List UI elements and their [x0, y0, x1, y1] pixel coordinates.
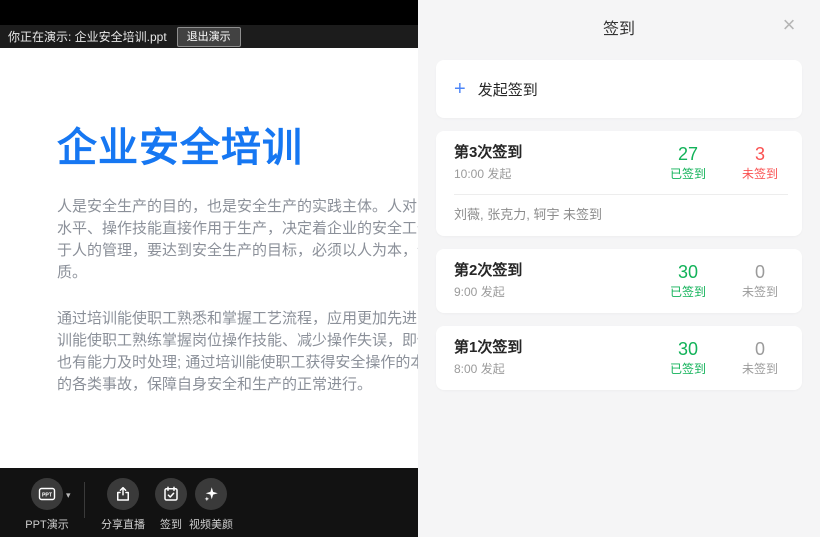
unsigned-count: 0 [732, 339, 788, 359]
session-row: 第3次签到 10:00 发起 27 已签到 3 未签到 [454, 144, 788, 182]
slide-text-line: 也有能力及时处理; 通过培训能使职工获得安全操作的本 [57, 352, 418, 374]
signed-count-stat: 30 已签到 [660, 339, 716, 377]
exit-presentation-button[interactable]: 退出演示 [177, 27, 241, 47]
slide-paragraph-1: 人是安全生产的目的，也是安全生产的实践主体。人对安 水平、操作技能直接作用于生产… [57, 196, 418, 284]
slide-title: 企业安全培训 [57, 126, 418, 170]
signed-label: 已签到 [660, 284, 716, 300]
sparkle-icon [195, 478, 227, 510]
toolbar-divider [84, 482, 85, 518]
session-info: 第2次签到 9:00 发起 [454, 262, 660, 300]
signed-count-stat: 27 已签到 [660, 144, 716, 182]
unsigned-count-stat: 3 未签到 [732, 144, 788, 182]
unsigned-label: 未签到 [732, 166, 788, 182]
check-in-session-card-3[interactable]: 第3次签到 10:00 发起 27 已签到 3 未签到 刘薇, 张克力, 轲宇 … [436, 131, 802, 236]
check-in-panel-header: 签到 × [418, 0, 820, 54]
signed-count: 30 [660, 339, 716, 359]
session-info: 第3次签到 10:00 发起 [454, 144, 660, 182]
plus-icon: + [454, 79, 466, 99]
ppt-present-label: PPT演示 [25, 516, 68, 532]
unsigned-count-stat: 0 未签到 [732, 262, 788, 300]
svg-text:PPT: PPT [42, 492, 53, 498]
bottom-toolbar: PPT PPT演示 ▾ 分享直播 [0, 468, 418, 537]
session-row: 第2次签到 9:00 发起 30 已签到 0 未签到 [454, 262, 788, 300]
session-time: 10:00 发起 [454, 166, 660, 182]
presenting-status-label: 你正在演示: 企业安全培训.ppt [8, 28, 167, 45]
signed-label: 已签到 [660, 361, 716, 377]
check-in-session-card-2[interactable]: 第2次签到 9:00 发起 30 已签到 0 未签到 [436, 249, 802, 313]
meeting-app-window: 你正在演示: 企业安全培训.ppt 退出演示 企业安全培训 人是安全生产的目的，… [0, 0, 820, 537]
unsigned-count: 3 [732, 144, 788, 164]
slide-text-line: 水平、操作技能直接作用于生产，决定着企业的安全工作 [57, 218, 418, 240]
session-name: 第1次签到 [454, 339, 660, 357]
unsigned-label: 未签到 [732, 361, 788, 377]
signed-count-stat: 30 已签到 [660, 262, 716, 300]
share-live-icon [107, 478, 139, 510]
video-beauty-label: 视频美颜 [189, 516, 233, 532]
check-in-label: 签到 [160, 516, 182, 532]
check-in-panel: 签到 × + 发起签到 第3次签到 10:00 发起 27 已签到 [418, 0, 820, 537]
ppt-options-caret-icon[interactable]: ▾ [66, 490, 71, 501]
close-icon[interactable]: × [774, 10, 804, 40]
presenting-status-bar: 你正在演示: 企业安全培训.ppt 退出演示 [0, 25, 418, 48]
unsigned-names-note: 刘薇, 张克力, 轲宇 未签到 [454, 194, 788, 223]
session-name: 第2次签到 [454, 262, 660, 280]
unsigned-count: 0 [732, 262, 788, 282]
slide-canvas: 企业安全培训 人是安全生产的目的，也是安全生产的实践主体。人对安 水平、操作技能… [0, 48, 418, 468]
session-name: 第3次签到 [454, 144, 660, 162]
start-check-in-label: 发起签到 [478, 79, 538, 100]
presentation-stage: 你正在演示: 企业安全培训.ppt 退出演示 企业安全培训 人是安全生产的目的，… [0, 0, 418, 537]
slide-text-line: 质。 [57, 262, 418, 284]
unsigned-count-stat: 0 未签到 [732, 339, 788, 377]
check-in-panel-body: + 发起签到 第3次签到 10:00 发起 27 已签到 3 未签到 [418, 54, 820, 390]
slide-paragraph-2: 通过培训能使职工熟悉和掌握工艺流程，应用更加先进的 训能使职工熟练掌握岗位操作技… [57, 308, 418, 396]
unsigned-label: 未签到 [732, 284, 788, 300]
check-in-session-card-1[interactable]: 第1次签到 8:00 发起 30 已签到 0 未签到 [436, 326, 802, 390]
session-time: 9:00 发起 [454, 284, 660, 300]
panel-title: 签到 [603, 15, 635, 39]
slide-text-line: 人是安全生产的目的，也是安全生产的实践主体。人对安 [57, 196, 418, 218]
session-info: 第1次签到 8:00 发起 [454, 339, 660, 377]
video-beauty-button[interactable]: 视频美颜 [180, 478, 242, 532]
share-live-label: 分享直播 [101, 516, 145, 532]
signed-count: 30 [660, 262, 716, 282]
ppt-badge-icon: PPT [31, 478, 63, 510]
slide-text-line: 的各类事故，保障自身安全和生产的正常进行。 [57, 374, 418, 396]
start-check-in-button[interactable]: + 发起签到 [436, 60, 802, 118]
slide-text-line: 通过培训能使职工熟悉和掌握工艺流程，应用更加先进的 [57, 308, 418, 330]
session-time: 8:00 发起 [454, 361, 660, 377]
session-row: 第1次签到 8:00 发起 30 已签到 0 未签到 [454, 339, 788, 377]
ppt-present-button[interactable]: PPT PPT演示 [16, 478, 78, 532]
slide-text-line: 于人的管理，要达到安全生产的目标，必须以人为本，全 [57, 240, 418, 262]
signed-count: 27 [660, 144, 716, 164]
signed-label: 已签到 [660, 166, 716, 182]
slide-text-line: 训能使职工熟练掌握岗位操作技能、减少操作失误，即使 [57, 330, 418, 352]
